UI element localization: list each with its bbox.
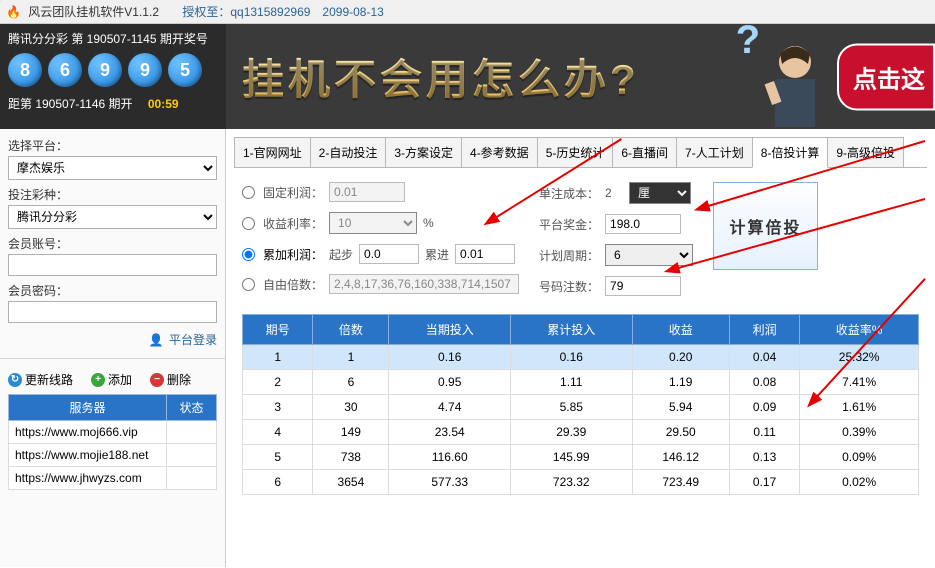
question-icon: ?	[736, 24, 760, 63]
result-row[interactable]: 414923.5429.3929.500.110.39%	[243, 420, 919, 445]
cta-button[interactable]: 点击这	[837, 43, 935, 110]
ball: 9	[88, 53, 122, 87]
person-icon	[760, 34, 830, 129]
period-select[interactable]: 6	[605, 244, 693, 266]
lottery-panel: 腾讯分分彩 第 190507-1145 期开奖号 8 6 9 9 5 距第 19…	[0, 24, 226, 129]
free-mult-radio[interactable]	[242, 278, 255, 291]
start-input[interactable]	[359, 244, 419, 264]
result-th: 利润	[729, 315, 799, 345]
tab-1[interactable]: 2-自动投注	[310, 137, 387, 167]
account-input[interactable]	[8, 254, 217, 276]
titlebar: 🔥 风云团队挂机软件V1.1.2 授权至：qq1315892969 2099-0…	[0, 0, 935, 24]
fixed-profit-input[interactable]	[329, 182, 405, 202]
yield-rate-select[interactable]: 10	[329, 212, 417, 234]
tab-0[interactable]: 1-官网网址	[234, 137, 311, 167]
tab-7[interactable]: 8-倍投计算	[752, 137, 829, 168]
unit-select[interactable]: 厘	[629, 182, 691, 204]
account-label: 会员账号：	[8, 235, 217, 252]
tab-8[interactable]: 9-高级倍投	[827, 137, 904, 167]
result-row[interactable]: 260.951.111.190.087.41%	[243, 370, 919, 395]
betcount-label: 号码注数：	[539, 278, 599, 295]
calculate-button[interactable]: 计算倍投	[713, 182, 818, 270]
platform-label: 选择平台：	[8, 137, 217, 154]
server-col: 服务器	[9, 395, 167, 421]
yield-rate-label: 收益利率：	[263, 215, 323, 232]
user-icon: 👤	[149, 333, 164, 347]
auth-info: 授权至：qq1315892969 2099-08-13	[182, 5, 383, 19]
banner-text: 挂机不会用怎么办?	[242, 46, 640, 107]
result-th: 收益率%	[800, 315, 919, 345]
tab-5[interactable]: 6-直播间	[612, 137, 677, 167]
refresh-icon: ↻	[8, 373, 22, 387]
bonus-input[interactable]	[605, 214, 681, 234]
server-row[interactable]: https://www.jhwyzs.com	[9, 467, 217, 490]
free-mult-label: 自由倍数：	[263, 276, 323, 293]
start-label: 起步	[329, 246, 353, 263]
result-table: 期号倍数当期投入累计投入收益利润收益率% 110.160.160.200.042…	[242, 314, 919, 495]
server-row[interactable]: https://www.mojie188.net	[9, 444, 217, 467]
tabs: 1-官网网址2-自动投注3-方案设定4-参考数据5-历史统计6-直播间7-人工计…	[234, 137, 927, 168]
lottery-type-select[interactable]: 腾讯分分彩	[8, 205, 217, 229]
sidebar: 选择平台： 摩杰娱乐 投注彩种： 腾讯分分彩 会员账号： 会员密码： 👤 平台登…	[0, 129, 226, 567]
app-version: 风云团队挂机软件V1.1.2	[28, 5, 159, 19]
lottery-type-label: 投注彩种：	[8, 186, 217, 203]
result-th: 累计投入	[510, 315, 632, 345]
bonus-label: 平台奖金：	[539, 216, 599, 233]
flame-icon: 🔥	[6, 5, 21, 19]
result-th: 当期投入	[389, 315, 511, 345]
ball: 5	[168, 53, 202, 87]
server-table: 服务器 状态 https://www.moj666.vip https://ww…	[8, 394, 217, 490]
ball: 6	[48, 53, 82, 87]
countdown-timer: 00:59	[148, 97, 179, 111]
result-th: 收益	[632, 315, 729, 345]
tab-6[interactable]: 7-人工计划	[676, 137, 753, 167]
result-row[interactable]: 5738116.60145.99146.120.130.09%	[243, 445, 919, 470]
add-route-button[interactable]: +添加	[91, 371, 132, 388]
next-draw-label: 距第 190507-1146 期开	[8, 97, 133, 111]
refresh-route-button[interactable]: ↻更新线路	[8, 371, 73, 388]
password-label: 会员密码：	[8, 282, 217, 299]
accum-profit-label: 累加利润：	[263, 246, 323, 263]
result-row[interactable]: 3304.745.855.940.091.61%	[243, 395, 919, 420]
tab-2[interactable]: 3-方案设定	[385, 137, 462, 167]
tab-4[interactable]: 5-历史统计	[537, 137, 614, 167]
result-th: 倍数	[313, 315, 389, 345]
unit-cost-label: 单注成本：	[539, 185, 599, 202]
lottery-balls: 8 6 9 9 5	[8, 53, 218, 87]
fixed-profit-radio[interactable]	[242, 186, 255, 199]
yield-rate-radio[interactable]	[242, 217, 255, 230]
server-row[interactable]: https://www.moj666.vip	[9, 421, 217, 444]
plus-icon: +	[91, 373, 105, 387]
lottery-title: 腾讯分分彩 第 190507-1145 期开奖号	[8, 30, 218, 47]
result-row[interactable]: 110.160.160.200.0425.32%	[243, 345, 919, 370]
content: 1-官网网址2-自动投注3-方案设定4-参考数据5-历史统计6-直播间7-人工计…	[226, 129, 935, 567]
result-th: 期号	[243, 315, 313, 345]
tab-3[interactable]: 4-参考数据	[461, 137, 538, 167]
step-label: 累进	[425, 246, 449, 263]
delete-route-button[interactable]: −删除	[150, 371, 191, 388]
ball: 8	[8, 53, 42, 87]
accum-profit-radio[interactable]	[242, 248, 255, 261]
minus-icon: −	[150, 373, 164, 387]
period-label: 计划周期：	[539, 247, 599, 264]
unit-cost-value: 2	[605, 186, 623, 200]
login-button[interactable]: 平台登录	[169, 333, 217, 347]
percent-unit: %	[423, 216, 434, 230]
betcount-input[interactable]	[605, 276, 681, 296]
fixed-profit-label: 固定利润：	[263, 184, 323, 201]
password-input[interactable]	[8, 301, 217, 323]
step-input[interactable]	[455, 244, 515, 264]
free-mult-input[interactable]	[329, 274, 519, 294]
result-row[interactable]: 63654577.33723.32723.490.170.02%	[243, 470, 919, 495]
banner: 挂机不会用怎么办? ? 点击这	[226, 24, 935, 129]
status-col: 状态	[167, 395, 217, 421]
ball: 9	[128, 53, 162, 87]
platform-select[interactable]: 摩杰娱乐	[8, 156, 217, 180]
